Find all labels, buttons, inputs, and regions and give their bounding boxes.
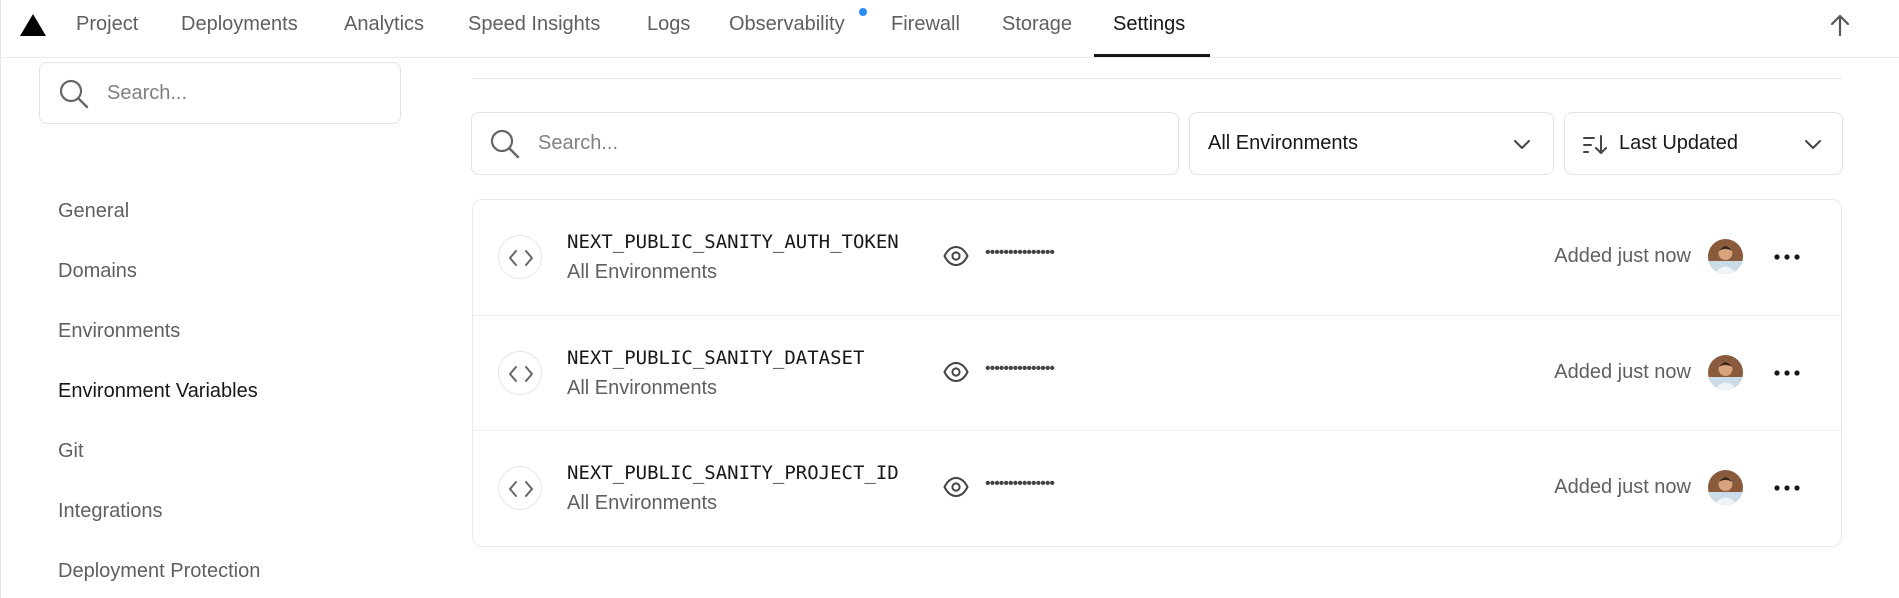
env-var-search-placeholder: Search... [538, 132, 619, 154]
vercel-logo-icon[interactable] [20, 14, 46, 36]
tab-settings[interactable]: Settings [1113, 0, 1185, 57]
top-navigation: Project Deployments Analytics Speed Insi… [0, 0, 1899, 58]
code-brackets-icon [498, 235, 542, 279]
more-options-icon[interactable] [1770, 242, 1804, 272]
sort-select-value: Last Updated [1619, 132, 1738, 154]
tab-logs[interactable]: Logs [647, 0, 690, 57]
masked-value: ••••••••••••••• [985, 475, 1055, 492]
env-var-row[interactable]: NEXT_PUBLIC_SANITY_DATASET All Environme… [473, 315, 1841, 431]
sidebar-item-environment-variables[interactable]: Environment Variables [58, 380, 258, 403]
sidebar-item-environments[interactable]: Environments [58, 320, 180, 343]
page-border [0, 0, 1, 598]
more-options-icon[interactable] [1770, 358, 1804, 388]
sort-select[interactable]: Last Updated [1564, 112, 1843, 175]
env-var-name[interactable]: NEXT_PUBLIC_SANITY_PROJECT_ID [567, 462, 899, 484]
sidebar-search-input[interactable]: Search... [39, 62, 401, 124]
environment-select-value: All Environments [1208, 132, 1359, 154]
eye-icon[interactable] [943, 245, 969, 267]
env-var-environment: All Environments [567, 492, 718, 514]
avatar[interactable] [1708, 239, 1743, 274]
eye-icon[interactable] [943, 476, 969, 498]
sidebar-item-git[interactable]: Git [58, 440, 84, 463]
chevron-down-icon [1805, 140, 1821, 149]
sort-icon [1583, 135, 1607, 154]
env-var-name[interactable]: NEXT_PUBLIC_SANITY_DATASET [567, 347, 864, 369]
code-brackets-icon [498, 351, 542, 395]
tab-analytics[interactable]: Analytics [344, 0, 424, 57]
chevron-down-icon [1514, 140, 1530, 149]
env-var-row[interactable]: NEXT_PUBLIC_SANITY_AUTH_TOKEN All Enviro… [473, 200, 1841, 316]
environment-select[interactable]: All Environments [1189, 112, 1554, 175]
sidebar-item-deployment-protection[interactable]: Deployment Protection [58, 560, 260, 583]
env-var-search-input[interactable]: Search... [471, 112, 1179, 175]
code-brackets-icon [498, 466, 542, 510]
notification-dot [859, 8, 867, 16]
arrow-up-icon[interactable] [1825, 10, 1855, 40]
tab-firewall[interactable]: Firewall [891, 0, 960, 57]
avatar[interactable] [1708, 470, 1743, 505]
updated-label: Added just now [1554, 361, 1691, 383]
active-tab-indicator [1094, 54, 1210, 57]
updated-label: Added just now [1554, 245, 1691, 267]
env-var-list: NEXT_PUBLIC_SANITY_AUTH_TOKEN All Enviro… [472, 199, 1842, 547]
more-options-icon[interactable] [1770, 473, 1804, 503]
env-var-environment: All Environments [567, 261, 718, 283]
tab-deployments[interactable]: Deployments [181, 0, 298, 57]
search-icon [490, 129, 520, 159]
sidebar-item-integrations[interactable]: Integrations [58, 500, 163, 523]
masked-value: ••••••••••••••• [985, 360, 1055, 377]
env-var-row[interactable]: NEXT_PUBLIC_SANITY_PROJECT_ID All Enviro… [473, 430, 1841, 546]
tab-observability[interactable]: Observability [729, 0, 845, 57]
avatar[interactable] [1708, 355, 1743, 390]
tab-storage[interactable]: Storage [1002, 0, 1072, 57]
sidebar-item-general[interactable]: General [58, 200, 129, 223]
env-var-name[interactable]: NEXT_PUBLIC_SANITY_AUTH_TOKEN [567, 231, 899, 253]
env-var-environment: All Environments [567, 377, 718, 399]
sidebar-search-placeholder: Search... [107, 82, 188, 104]
updated-label: Added just now [1554, 476, 1691, 498]
search-icon [59, 79, 89, 109]
eye-icon[interactable] [943, 361, 969, 383]
sidebar-item-domains[interactable]: Domains [58, 260, 137, 283]
tab-project[interactable]: Project [76, 0, 138, 57]
section-divider [472, 78, 1842, 79]
tab-speed-insights[interactable]: Speed Insights [468, 0, 600, 57]
masked-value: ••••••••••••••• [985, 244, 1055, 261]
